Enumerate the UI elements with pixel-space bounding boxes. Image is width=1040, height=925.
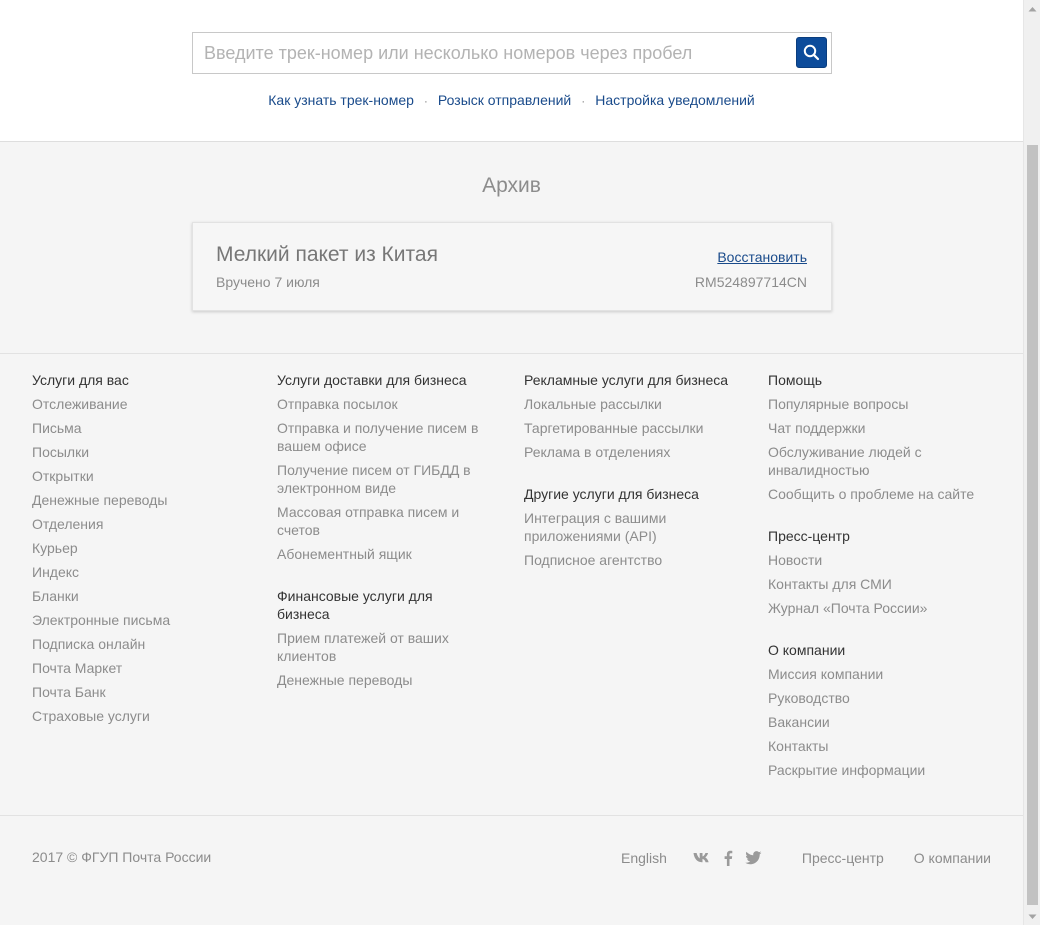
footer-link[interactable]: Локальные рассылки [524, 395, 734, 413]
footer-group-title: Рекламные услуги для бизнеса [524, 372, 729, 388]
archive-title: Архив [482, 174, 541, 197]
footer-link[interactable]: Обслуживание людей с инвалидностью [768, 443, 1008, 479]
vk-icon[interactable] [693, 849, 711, 867]
track-number: RM524897714CN [694, 274, 807, 290]
footer-link[interactable]: Интеграция с вашими приложениями (API) [524, 509, 734, 545]
footer-group-title: Услуги для вас [32, 372, 129, 388]
footer-link[interactable]: Сообщить о проблеме на сайте [768, 485, 1008, 503]
footer-link[interactable]: Денежные переводы [32, 491, 242, 509]
footer-link-group: О компании Миссия компании Руководство Вака… [768, 641, 1008, 779]
footer-link[interactable]: Раскрытие информации [768, 761, 1008, 779]
press-center-link[interactable]: Пресс-центр [802, 850, 884, 866]
footer-link[interactable]: Получение писем от ГИБДД в электронном в… [277, 461, 487, 497]
footer-column-help: Помощь Популярные вопросы Чат поддержки Обс… [768, 371, 1008, 779]
footer-link[interactable]: Денежные переводы [277, 671, 487, 689]
footer-column-advertising: Рекламные услуги для бизнеса Локальные ра… [524, 371, 734, 569]
footer-group-title: Финансовые услуги для бизнеса [277, 588, 433, 622]
footer-link-group: Услуги доставки для бизнеса Отправка посы… [277, 371, 487, 563]
footer-group-title: Помощь [768, 372, 823, 388]
page: Как узнать трек-номер · Розыск отправлений… [0, 0, 1023, 925]
footer-link[interactable]: Массовая отправка писем и счетов [277, 503, 487, 539]
footer-link[interactable]: Подписка онлайн [32, 635, 242, 653]
footer-link-group: Помощь Популярные вопросы Чат поддержки Обс… [768, 371, 1008, 503]
tracking-header: Как узнать трек-номер · Розыск отправлений… [0, 0, 1023, 142]
footer-link[interactable]: Курьер [32, 539, 242, 557]
track-number-input[interactable] [193, 33, 793, 73]
footer-link[interactable]: Бланки [32, 587, 242, 605]
footer-link[interactable]: Журнал «Почта России» [768, 599, 1008, 617]
footer-column-delivery-business: Услуги доставки для бизнеса Отправка посы… [277, 371, 487, 689]
footer-link[interactable]: Новости [768, 551, 1008, 569]
social-links [687, 849, 768, 867]
footer-link[interactable]: Подписное агентство [524, 551, 734, 569]
divider [0, 353, 1023, 354]
footer-link-group: Финансовые услуги для бизнеса Прием плате… [277, 587, 487, 689]
copyright: 2017 © ФГУП Почта России [32, 849, 212, 865]
footer-link[interactable]: Отслеживание [32, 395, 242, 413]
restore-button[interactable]: Восстановить [717, 249, 807, 265]
footer-link[interactable]: Открытки [32, 467, 242, 485]
footer-link[interactable]: Почта Маркет [32, 659, 242, 677]
footer-link[interactable]: Посылки [32, 443, 242, 461]
footer-link[interactable]: Контакты [768, 737, 1008, 755]
notification-settings-link[interactable]: Настройка уведомлений [595, 92, 754, 108]
bottom-links: English Пресс-центр О компании [621, 849, 991, 867]
footer-group-title: О компании [768, 642, 846, 658]
search-button[interactable] [796, 37, 827, 68]
link-separator: · [581, 94, 586, 108]
footer-link[interactable]: Популярные вопросы [768, 395, 1008, 413]
footer-link[interactable]: Страховые услуги [32, 707, 242, 725]
search-shipments-link[interactable]: Розыск отправлений [438, 92, 571, 108]
footer-link-group: Рекламные услуги для бизнеса Локальные ра… [524, 371, 734, 461]
footer-link[interactable]: Письма [32, 419, 242, 437]
footer-link[interactable]: Отделения [32, 515, 242, 533]
footer-link[interactable]: Руководство [768, 689, 1008, 707]
footer-link[interactable]: Вакансии [768, 713, 1008, 731]
divider [0, 815, 1023, 816]
footer-group-title: Другие услуги для бизнеса [524, 486, 699, 502]
footer-column-personal: Услуги для вас Отслеживание Письма Посылки О… [32, 371, 242, 725]
footer-link[interactable]: Контакты для СМИ [768, 575, 1008, 593]
footer-link[interactable]: Прием платежей от ваших клиентов [277, 629, 487, 665]
page-scrollbar[interactable] [1023, 0, 1040, 925]
facebook-icon[interactable] [723, 849, 733, 867]
footer-link[interactable]: Отправка посылок [277, 395, 487, 413]
tracking-help-links: Как узнать трек-номер · Розыск отправлений… [0, 92, 1023, 108]
scrollbar-thumb[interactable] [1027, 145, 1038, 905]
footer-link[interactable]: Таргетированные рассылки [524, 419, 734, 437]
footer-link[interactable]: Отправка и получение писем в вашем офисе [277, 419, 487, 455]
footer-group-title: Пресс-центр [768, 528, 850, 544]
footer-link-group: Другие услуги для бизнеса Интеграция с ва… [524, 485, 734, 569]
search-icon [803, 44, 820, 61]
twitter-icon[interactable] [745, 849, 762, 867]
footer-link-group: Пресс-центр Новости Контакты для СМИ Журнал… [768, 527, 1008, 617]
footer-link[interactable]: Чат поддержки [768, 419, 1008, 437]
scroll-down-arrow-icon[interactable] [1024, 908, 1040, 925]
footer-link[interactable]: Абонементный ящик [277, 545, 487, 563]
archive-item-card: Мелкий пакет из Китая Вручено 7 июля Вос… [192, 222, 832, 311]
footer-link[interactable]: Реклама в отделениях [524, 443, 734, 461]
footer-link[interactable]: Почта Банк [32, 683, 242, 701]
footer-link[interactable]: Электронные письма [32, 611, 242, 629]
footer-link[interactable]: Миссия компании [768, 665, 1008, 683]
search-box [192, 32, 832, 74]
link-separator: · [423, 94, 428, 108]
how-to-find-track-link[interactable]: Как узнать трек-номер [268, 92, 414, 108]
scroll-up-arrow-icon[interactable] [1024, 0, 1040, 17]
footer-link-group: Услуги для вас Отслеживание Письма Посылки О… [32, 371, 242, 725]
shipment-status: Вручено 7 июля [216, 274, 320, 290]
footer-group-title: Услуги доставки для бизнеса [277, 372, 467, 388]
footer-link[interactable]: Индекс [32, 563, 242, 581]
about-company-link[interactable]: О компании [914, 850, 991, 866]
shipment-title: Мелкий пакет из Китая [216, 243, 438, 266]
language-switch-english[interactable]: English [621, 850, 667, 866]
